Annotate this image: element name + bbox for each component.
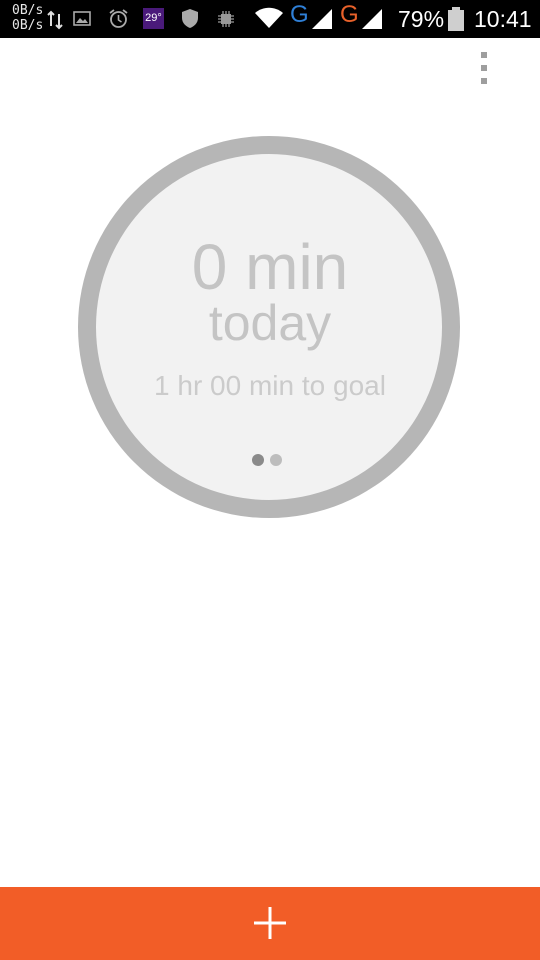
page-dot-active[interactable]	[252, 454, 264, 466]
signal-icon-1	[312, 9, 332, 29]
overflow-menu-icon[interactable]	[470, 48, 498, 88]
chip-icon	[218, 11, 234, 27]
period-label: today	[208, 295, 332, 351]
network-type-2: G	[340, 1, 359, 28]
battery-icon	[448, 7, 464, 31]
goal-remaining-text: 1 hr 00 min to goal	[154, 370, 386, 401]
battery-percent: 79%	[398, 6, 445, 32]
add-activity-button[interactable]	[0, 887, 540, 960]
wifi-icon	[255, 7, 283, 28]
alarm-icon	[109, 9, 128, 28]
menu-dot	[481, 52, 487, 58]
status-bar: 0B/s 0B/s 29° G G 79% 10:41	[0, 0, 540, 38]
temperature-badge: 29°	[143, 8, 164, 29]
image-icon	[73, 11, 91, 26]
page-indicator[interactable]	[252, 454, 284, 466]
menu-dot	[481, 65, 487, 71]
clock: 10:41	[474, 6, 532, 32]
page-dot-inactive[interactable]	[270, 454, 282, 466]
plus-icon	[254, 907, 286, 939]
net-speed-down: 0B/s	[12, 18, 44, 33]
net-speed-up: 0B/s	[12, 3, 44, 18]
minutes-value: 0 min	[191, 231, 349, 303]
data-transfer-icon	[47, 10, 63, 30]
signal-icon-2	[362, 9, 382, 29]
network-type-1: G	[290, 1, 309, 28]
menu-dot	[481, 78, 487, 84]
shield-icon	[182, 9, 198, 28]
network-speed: 0B/s 0B/s	[12, 3, 43, 33]
